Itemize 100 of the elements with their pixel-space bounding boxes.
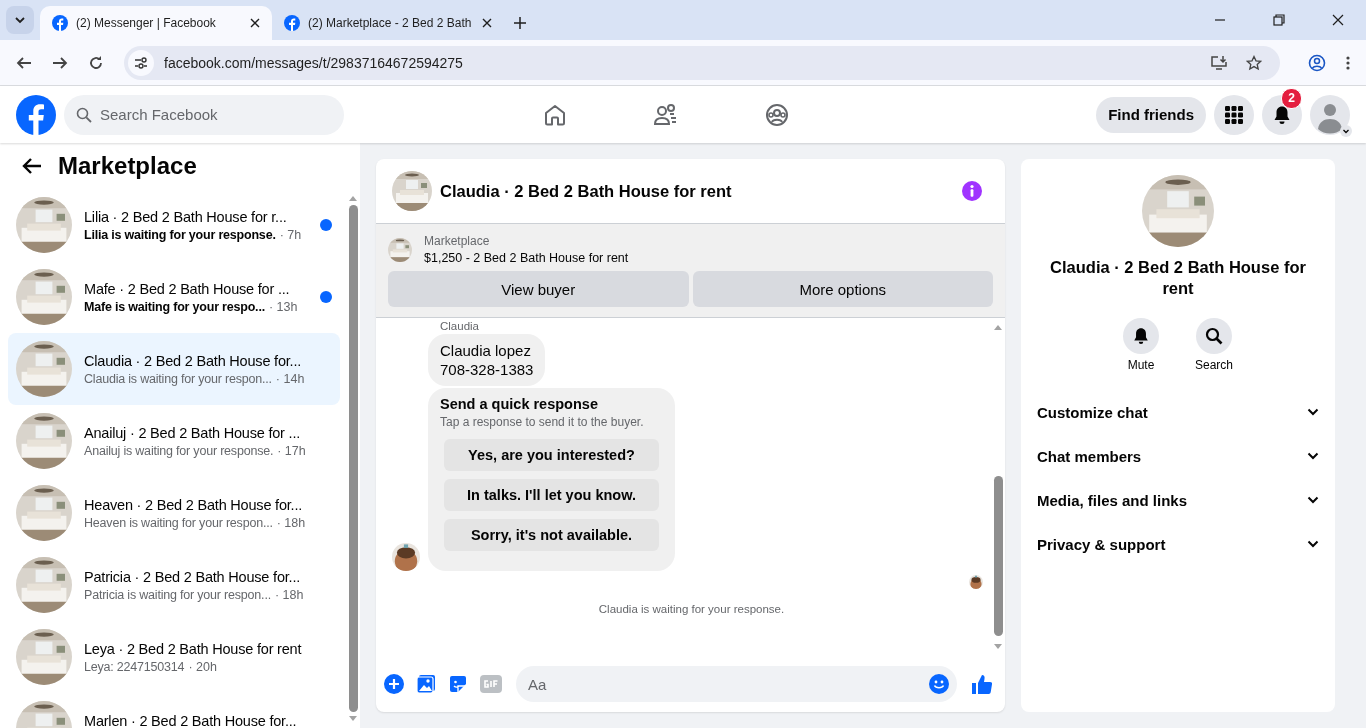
conversation-item[interactable]: Lilia · 2 Bed 2 Bath House for r... Lilia is waiting for your response. · 7h (8, 189, 340, 261)
profile-icon[interactable] (1308, 53, 1326, 72)
search-icon (76, 106, 92, 123)
restore-icon[interactable] (1273, 14, 1285, 26)
quick-response-title: Send a quick response (440, 396, 599, 412)
chevron-down-icon (1307, 408, 1319, 417)
notification-badge: 2 (1281, 87, 1302, 109)
chevron-down-icon (1307, 452, 1319, 461)
find-friends-button[interactable]: Find friends (1096, 96, 1206, 133)
new-tab-icon[interactable] (514, 17, 526, 29)
conversation-item[interactable]: Heaven · 2 Bed 2 Bath House for... Heaven is waiting for your respon... · 18h (8, 477, 340, 549)
unread-dot (320, 219, 332, 231)
quick-response-button[interactable]: Yes, are you interested? (444, 439, 659, 471)
chevron-down-icon (1307, 540, 1319, 549)
conversation-item[interactable]: Claudia · 2 Bed 2 Bath House for... Claudia is waiting for your respon... · 14h (8, 333, 340, 405)
conversation-item[interactable]: Mafe · 2 Bed 2 Bath House for ... Mafe is waiting for your respo... · 13h (8, 261, 340, 333)
collapsible-section[interactable]: Media, files and links (1037, 478, 1319, 523)
conversation-title: Claudia · 2 Bed 2 Bath House for... (84, 352, 303, 369)
conversation-title: Lilia · 2 Bed 2 Bath House for r... (84, 208, 288, 225)
sender-name: Claudia (440, 320, 480, 332)
chat-status: Claudia is waiting for your response. (598, 603, 785, 615)
browser-tab[interactable]: (2) Marketplace - 2 Bed 2 Bath (272, 6, 504, 40)
conversation-title: Heaven · 2 Bed 2 Bath House for... (84, 496, 304, 513)
plus-icon[interactable] (384, 674, 404, 694)
menu-icon[interactable] (1346, 54, 1350, 71)
facebook-logo-icon (52, 15, 68, 31)
user-silhouette-icon (1310, 94, 1350, 135)
bell-icon (1132, 327, 1150, 346)
collapsible-section[interactable]: Chat members (1037, 434, 1319, 479)
listing-action-button[interactable]: View buyer (388, 271, 689, 307)
menu-button[interactable] (1214, 94, 1254, 135)
facebook-logo-icon[interactable] (16, 94, 56, 135)
conversation-name: Claudia · 2 Bed 2 Bath House for rent (1049, 257, 1307, 299)
search-button[interactable] (1196, 318, 1232, 355)
search-field[interactable]: Search Facebook (64, 94, 344, 135)
browser-tab[interactable]: (2) Messenger | Facebook (40, 6, 272, 40)
sidebar-title: Marketplace (58, 152, 197, 180)
message-text: Claudia lopez (440, 342, 532, 359)
conversation-title: Leya · 2 Bed 2 Bath House for rent (84, 640, 303, 657)
conversation-title: Patricia · 2 Bed 2 Bath House for... (84, 568, 302, 585)
message-time: · 14h (275, 371, 305, 386)
message-time: · 18h (274, 587, 304, 602)
chevron-down-icon (14, 14, 26, 26)
info-icon[interactable] (961, 180, 983, 202)
back-icon[interactable] (16, 54, 32, 71)
tab-search-button[interactable] (6, 6, 34, 34)
bell-icon (1272, 104, 1292, 125)
message-preview: Leya: 2247150314 (84, 659, 185, 674)
conversation-title: Anailuj · 2 Bed 2 Bath House for ... (84, 424, 302, 441)
unread-dot (320, 291, 332, 303)
conversation-item[interactable]: Patricia · 2 Bed 2 Bath House for... Patricia is waiting for your respon... · 18h (8, 549, 340, 621)
conversation-item[interactable]: Marlen · 2 Bed 2 Bath House for... (8, 693, 340, 728)
listing-title: $1,250 - 2 Bed 2 Bath House for rent (424, 251, 629, 265)
message-time: · 18h (276, 515, 306, 530)
message-preview: Heaven is waiting for your respon... (84, 515, 273, 530)
scrollbar-thumb[interactable] (348, 205, 358, 712)
conversation-title: Marlen · 2 Bed 2 Bath House for... (84, 713, 298, 728)
photo-icon[interactable] (416, 674, 436, 694)
message-preview: Patricia is waiting for your respon... (84, 587, 271, 602)
friends-icon[interactable] (653, 102, 679, 127)
conversation-item[interactable]: Anailuj · 2 Bed 2 Bath House for ... Anailuj is waiting for your response. · 17h (8, 405, 340, 477)
message-input[interactable]: Aa (516, 666, 957, 702)
bookmark-star-icon[interactable] (1246, 54, 1262, 71)
message-time: · 17h (277, 443, 306, 458)
facebook-logo-icon (284, 15, 300, 31)
listing-action-button[interactable]: More options (692, 271, 993, 307)
account-button[interactable] (1310, 94, 1350, 135)
close-icon[interactable] (1332, 14, 1344, 26)
listing-label: Marketplace (424, 234, 491, 248)
quick-response-button[interactable]: In talks. I'll let you know. (444, 479, 659, 511)
quick-response-subtitle: Tap a response to send it to the buyer. (440, 415, 645, 429)
message-preview: Anailuj is waiting for your response. (84, 443, 274, 458)
close-icon[interactable] (482, 18, 492, 28)
message-text: 708-328-1383 (440, 361, 534, 378)
search-icon (1205, 327, 1223, 346)
home-icon[interactable] (543, 102, 567, 127)
chevron-down-icon (1307, 496, 1319, 505)
install-app-icon[interactable] (1210, 54, 1228, 71)
thumbs-up-icon[interactable] (971, 673, 993, 695)
reload-icon[interactable] (88, 54, 104, 71)
back-arrow-icon[interactable] (22, 157, 42, 175)
chat-title: Claudia · 2 Bed 2 Bath House for rent (440, 181, 732, 201)
forward-icon[interactable] (52, 54, 68, 71)
address-bar[interactable]: facebook.com/messages/t/29837164672594275 (164, 54, 463, 71)
close-icon[interactable] (250, 18, 260, 28)
conversation-item[interactable]: Leya · 2 Bed 2 Bath House for rent Leya: 2247150314 · 20h (8, 621, 340, 693)
message-time: · 20h (188, 659, 217, 674)
mute-button[interactable] (1123, 318, 1159, 355)
message-time: · 7h (279, 227, 302, 242)
message-preview: Claudia is waiting for your respon... (84, 371, 272, 386)
action-label: Search (1195, 358, 1233, 373)
collapsible-section[interactable]: Customize chat (1037, 390, 1319, 435)
groups-icon[interactable] (765, 102, 789, 127)
quick-response-button[interactable]: Sorry, it's not available. (444, 519, 659, 551)
sticker-icon[interactable] (448, 674, 468, 694)
scrollbar-thumb[interactable] (993, 476, 1003, 636)
site-info-icon[interactable] (128, 49, 154, 76)
emoji-icon[interactable] (929, 674, 949, 694)
collapsible-section[interactable]: Privacy & support (1037, 522, 1319, 567)
action-label: Mute (1127, 358, 1155, 373)
